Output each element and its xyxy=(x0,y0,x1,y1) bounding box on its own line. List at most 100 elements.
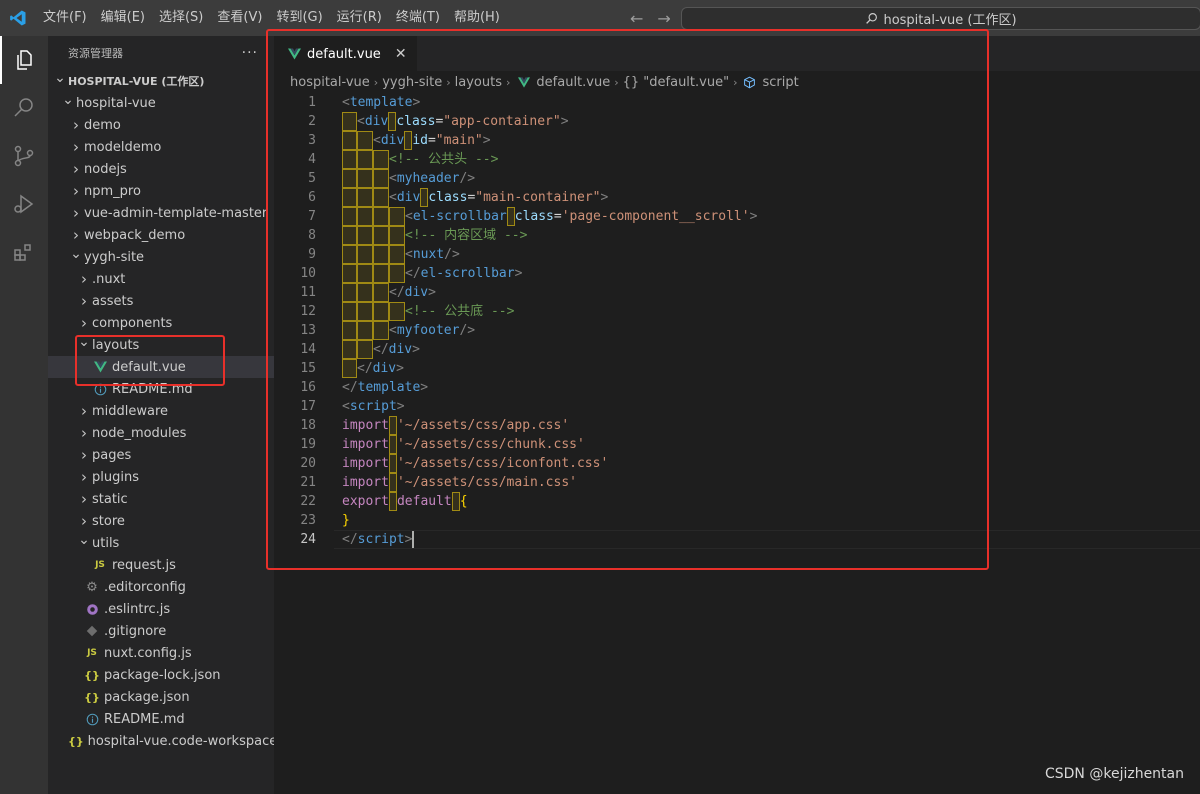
tree-file[interactable]: README.md xyxy=(48,708,274,730)
chevron-right-icon: › xyxy=(81,512,87,530)
close-icon[interactable]: ✕ xyxy=(395,46,407,62)
source-control-icon[interactable] xyxy=(0,132,48,180)
breadcrumb: hospital-vue › yygh-site › layouts › default.v… xyxy=(274,71,1200,93)
tree-folder[interactable]: › npm_pro xyxy=(48,180,274,202)
menu-bar: 文件(F) 编辑(E) 选择(S) 查看(V) 转到(G) 运行(R) 终端(T) 帮助(H) xyxy=(36,0,507,36)
tree-folder[interactable]: › demo xyxy=(48,114,274,136)
tree-file[interactable]: {} package-lock.json xyxy=(48,664,274,686)
code-line[interactable]: 8 <!-- 内容区域 --> xyxy=(274,226,1200,245)
tree-folder[interactable]: ⌄ utils xyxy=(48,532,274,554)
menu-item[interactable]: 编辑(E) xyxy=(94,0,152,36)
code-token: > xyxy=(600,190,609,205)
line-number: 23 xyxy=(300,513,316,528)
menu-item[interactable]: 运行(R) xyxy=(330,0,389,36)
tree-folder[interactable]: › modeldemo xyxy=(48,136,274,158)
code-line[interactable]: 13 <myfooter/> xyxy=(274,321,1200,340)
tree-folder[interactable]: › webpack_demo xyxy=(48,224,274,246)
tree-file[interactable]: {} hospital-vue.code-workspace xyxy=(48,730,274,752)
tree-folder[interactable]: › nodejs xyxy=(48,158,274,180)
code-line[interactable]: 24 </script> xyxy=(274,530,1200,549)
tree-folder[interactable]: › middleware xyxy=(48,400,274,422)
tree-folder[interactable]: › .nuxt xyxy=(48,268,274,290)
tree-folder[interactable]: ⌄ yygh-site xyxy=(48,246,274,268)
tree-folder[interactable]: › store xyxy=(48,510,274,532)
breadcrumb-item[interactable]: script xyxy=(762,75,798,90)
code-line[interactable]: 3 <div id="main"> xyxy=(274,131,1200,150)
code-line[interactable]: 15 </div> xyxy=(274,359,1200,378)
breadcrumb-separator-icon: › xyxy=(446,75,451,89)
tree-folder[interactable]: › pages xyxy=(48,444,274,466)
code-line[interactable]: 9 <nuxt/> xyxy=(274,245,1200,264)
code-line[interactable]: 16 </template> xyxy=(274,378,1200,397)
code-token: </ xyxy=(342,380,358,395)
code-line[interactable]: 6 <div class="main-container"> xyxy=(274,188,1200,207)
tree-folder[interactable]: › components xyxy=(48,312,274,334)
tree-item-label: README.md xyxy=(104,711,185,727)
tree-folder[interactable]: › node_modules xyxy=(48,422,274,444)
breadcrumb-item[interactable]: default.vue xyxy=(536,75,610,90)
tree-file[interactable]: .gitignore xyxy=(48,620,274,642)
code-line[interactable]: 19 import '~/assets/css/chunk.css' xyxy=(274,435,1200,454)
code-line[interactable]: 18 import '~/assets/css/app.css' xyxy=(274,416,1200,435)
code-line[interactable]: 21 import '~/assets/css/main.css' xyxy=(274,473,1200,492)
code-line[interactable]: 2 <div class="app-container"> xyxy=(274,112,1200,131)
search-icon[interactable] xyxy=(0,84,48,132)
code-line[interactable]: 5 <myheader/> xyxy=(274,169,1200,188)
code-line[interactable]: 20 import '~/assets/css/iconfont.css' xyxy=(274,454,1200,473)
line-content: <div class="main-container"> xyxy=(342,188,608,207)
menu-item[interactable]: 帮助(H) xyxy=(447,0,507,36)
command-center-search[interactable]: hospital-vue (工作区) xyxy=(681,7,1200,30)
tree-folder[interactable]: ⌄ layouts xyxy=(48,334,274,356)
tree-file[interactable]: ⚙ .editorconfig xyxy=(48,576,274,598)
line-content: import '~/assets/css/chunk.css' xyxy=(342,435,585,454)
tree-folder[interactable]: › plugins xyxy=(48,466,274,488)
line-content: import '~/assets/css/iconfont.css' xyxy=(342,454,608,473)
tree-file[interactable]: .eslintrc.js xyxy=(48,598,274,620)
tree-file[interactable]: README.md xyxy=(48,378,274,400)
code-line[interactable]: 1 <template> xyxy=(274,93,1200,112)
breadcrumb-item[interactable]: layouts xyxy=(455,75,502,90)
explorer-icon[interactable] xyxy=(0,36,48,84)
breadcrumb-item[interactable]: {} "default.vue" xyxy=(623,75,729,90)
line-number: 11 xyxy=(300,285,316,300)
forward-arrow-icon[interactable]: → xyxy=(657,9,670,28)
code-line[interactable]: 12 <!-- 公共底 --> xyxy=(274,302,1200,321)
tree-file[interactable]: {} package.json xyxy=(48,686,274,708)
code-line[interactable]: 4 <!-- 公共头 --> xyxy=(274,150,1200,169)
code-line[interactable]: 7 <el-scrollbar class='page-component__scr… xyxy=(274,207,1200,226)
code-editor[interactable]: 1 <template> 2 <div class="app-container"> 3 <… xyxy=(274,93,1200,549)
run-debug-icon[interactable] xyxy=(0,180,48,228)
tree-folder[interactable]: › static xyxy=(48,488,274,510)
code-line[interactable]: 23} xyxy=(274,511,1200,530)
tree-file[interactable]: JS request.js xyxy=(48,554,274,576)
code-token: import xyxy=(342,456,389,471)
back-arrow-icon[interactable]: ← xyxy=(630,9,643,28)
menu-item[interactable]: 查看(V) xyxy=(210,0,269,36)
menu-item[interactable]: 文件(F) xyxy=(36,0,94,36)
tree-folder[interactable]: › assets xyxy=(48,290,274,312)
activity-bar xyxy=(0,36,48,794)
code-line[interactable]: 22 export default { xyxy=(274,492,1200,511)
code-line[interactable]: 17 <script> xyxy=(274,397,1200,416)
breadcrumb-item[interactable]: yygh-site xyxy=(382,75,442,90)
tree-item-label: static xyxy=(92,491,128,507)
code-line[interactable]: 14 </div> xyxy=(274,340,1200,359)
code-token: > xyxy=(514,266,523,281)
code-line[interactable]: 10 </el-scrollbar> xyxy=(274,264,1200,283)
tree-file[interactable]: default.vue xyxy=(48,356,274,378)
tree-item-label: store xyxy=(92,513,125,529)
editor-tabs: default.vue ✕ xyxy=(274,36,1200,71)
breadcrumb-item[interactable]: hospital-vue xyxy=(290,75,370,90)
menu-item[interactable]: 选择(S) xyxy=(152,0,210,36)
tab-default-vue[interactable]: default.vue ✕ xyxy=(274,36,417,71)
tree-folder[interactable]: ⌄ HOSPITAL-VUE (工作区) xyxy=(48,70,274,92)
tree-file[interactable]: JS nuxt.config.js xyxy=(48,642,274,664)
code-token: < xyxy=(405,247,413,262)
more-actions-icon[interactable]: ··· xyxy=(242,45,258,61)
extensions-icon[interactable] xyxy=(0,228,48,276)
code-line[interactable]: 11 </div> xyxy=(274,283,1200,302)
menu-item[interactable]: 终端(T) xyxy=(389,0,447,36)
menu-item[interactable]: 转到(G) xyxy=(269,0,329,36)
tree-folder[interactable]: › vue-admin-template-master xyxy=(48,202,274,224)
tree-folder[interactable]: ⌄ hospital-vue xyxy=(48,92,274,114)
